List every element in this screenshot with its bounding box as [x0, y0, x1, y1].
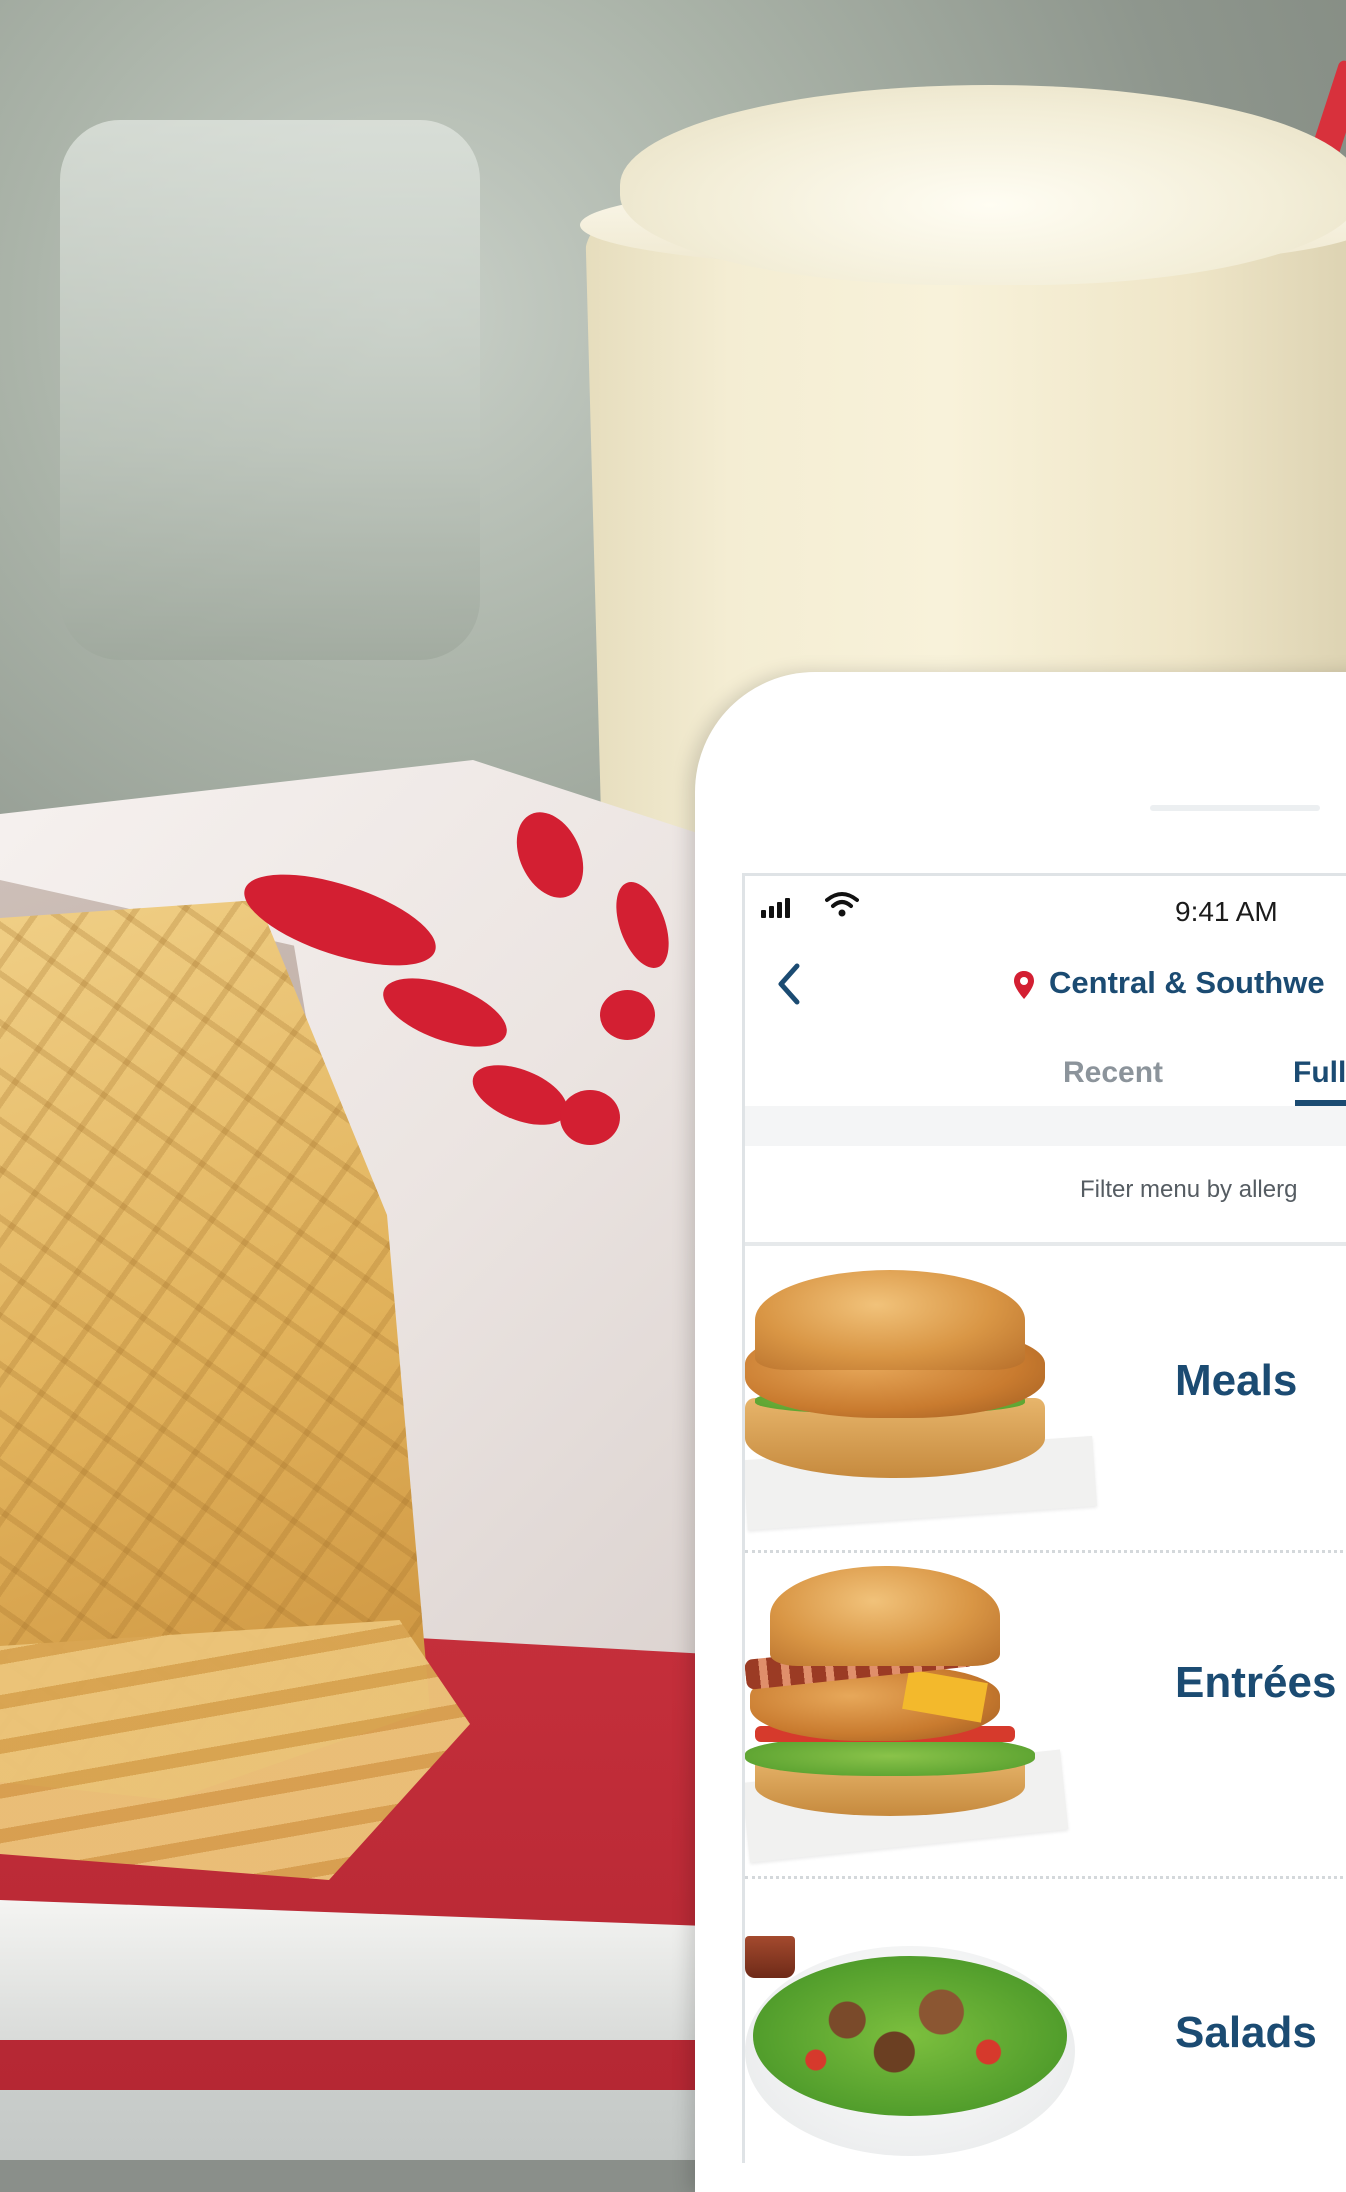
- phone-earpiece: [1150, 805, 1320, 811]
- nav-bar: Central & Southwe: [745, 940, 1346, 1030]
- tab-full-menu[interactable]: Full: [1293, 1056, 1346, 1090]
- allergen-filter-link[interactable]: Filter menu by allerg: [1080, 1176, 1297, 1204]
- row-divider: [745, 1876, 1346, 1879]
- menu-category-entrees[interactable]: Entrées: [745, 1566, 1346, 1884]
- window-light: [60, 120, 480, 660]
- wifi-icon: [825, 892, 859, 917]
- menu-category-label: Meals: [1175, 1356, 1298, 1405]
- row-divider: [745, 1550, 1346, 1553]
- filter-divider: [745, 1242, 1346, 1246]
- tab-recent[interactable]: Recent: [1063, 1056, 1163, 1090]
- status-time: 9:41 AM: [1175, 896, 1278, 927]
- milkshake-foam: [620, 85, 1346, 285]
- restaurant-location[interactable]: Central & Southwe: [1049, 965, 1325, 1001]
- section-divider: [745, 1106, 1346, 1146]
- menu-category-salads[interactable]: Salads: [745, 1886, 1346, 2163]
- menu-category-label: Entrées: [1175, 1658, 1337, 1707]
- menu-category-label: Salads: [1175, 2008, 1317, 2057]
- menu-category-meals[interactable]: Meals: [745, 1248, 1346, 1566]
- location-pin-icon: [1014, 971, 1034, 999]
- phone-screen: 9:41 AM Central & Southwe Recent Full Fi…: [742, 873, 1346, 2163]
- back-chevron-icon[interactable]: [775, 962, 805, 1006]
- menu-tabs: Recent Full: [745, 1056, 1346, 1107]
- cellular-signal-icon: [761, 898, 790, 918]
- status-bar: 9:41 AM: [745, 876, 1346, 940]
